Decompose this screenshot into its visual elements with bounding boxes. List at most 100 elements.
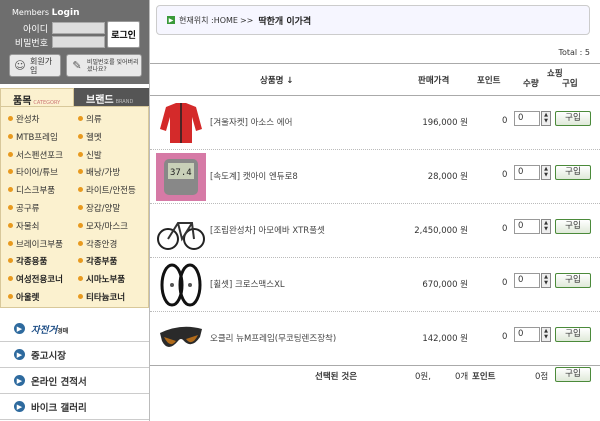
left-sidebar: Members Login 아이디 비밀번호 로그인 ☺ 회원가입 ✎ 비밀번호… [0,0,149,421]
quantity-stepper[interactable]: ▲ ▼ [541,327,551,342]
product-name[interactable]: [휠셋] 크로스맥스XL [210,278,285,290]
quantity-input[interactable]: 0 [514,273,540,288]
selected-amount: 0원, [415,372,431,382]
quantity-stepper[interactable]: ▲ ▼ [541,219,551,234]
chat-icon: ✎ [72,59,82,72]
users-icon: ☺ [14,59,26,72]
quantity-input[interactable]: 0 [514,165,540,180]
product-image[interactable] [156,99,206,147]
product-price: 670,000 원 [422,280,468,290]
menu-auction[interactable]: ▶ 자전거경매 [0,316,149,342]
quantity-stepper[interactable]: ▲ ▼ [541,165,551,180]
auction-logo: 자전거경매 [31,324,69,336]
bullet-icon [8,294,13,299]
play-icon: ▶ [167,16,175,24]
arrow-icon: ▶ [14,323,25,334]
find-password-button[interactable]: ✎ 비밀번호를 잊어버리셨나요? [66,54,142,77]
quantity-input[interactable]: 0 [514,219,540,234]
arrow-icon: ▶ [14,401,25,412]
product-price: 142,000 원 [422,334,468,344]
product-image[interactable] [156,315,206,363]
category-item[interactable]: 브레이크부품 [8,238,63,250]
col-price: 판매가격 [418,76,450,86]
buy-selected-button[interactable]: 구입 [555,367,591,382]
category-item[interactable]: 공구류 [8,202,39,214]
bullet-icon [78,258,83,264]
category-item[interactable]: 디스크부품 [8,184,55,196]
bullet-icon [78,240,83,246]
bullet-icon [8,116,13,121]
menu-bike-gallery[interactable]: ▶ 바이크 갤러리 [0,394,149,420]
svg-text:37.4: 37.4 [170,168,192,178]
buy-button[interactable]: 구입 [555,273,591,288]
product-point: 0 [502,332,508,342]
product-name[interactable]: [겨울자켓] 아소스 에어 [210,116,292,128]
login-title: Members Login [12,8,80,18]
menu-used-market[interactable]: ▶ 중고시장 [0,342,149,368]
buy-button[interactable]: 구입 [555,111,591,126]
category-item[interactable]: 배낭/가방 [78,166,120,178]
menu-online-estimate[interactable]: ▶ 온라인 견적서 [0,368,149,394]
id-label: 아이디 [23,25,48,35]
id-input[interactable] [52,22,105,34]
col-name[interactable]: 상품명 ↓ [260,74,294,86]
password-input[interactable] [52,36,105,48]
table-row: 37.4 [속도계] 캣아이 엔듀로8 28,000 원 0 0 ▲ ▼ 구입 [150,150,600,204]
product-price: 2,450,000 원 [414,226,468,236]
buy-button[interactable]: 구입 [555,327,591,342]
bullet-icon [78,276,83,282]
tab-category[interactable]: 품목 CATEGORY [0,88,74,107]
product-image[interactable]: 37.4 [156,153,206,201]
category-item[interactable]: 모자/마스크 [78,220,128,232]
quantity-input[interactable]: 0 [514,111,540,126]
arrow-icon: ▶ [14,375,25,386]
bullet-icon [8,169,13,175]
product-name[interactable]: [속도계] 캣아이 엔듀로8 [210,170,298,182]
product-point: 0 [502,116,508,126]
bullet-icon [78,116,83,121]
quantity-stepper[interactable]: ▲ ▼ [541,273,551,288]
category-item[interactable]: 신발 [78,149,102,161]
category-item[interactable]: 자물쇠 [8,220,39,232]
category-item[interactable]: 장갑/양말 [78,202,120,214]
bullet-icon [8,276,13,282]
col-buy: 구입 [562,79,578,89]
category-item[interactable]: 각종부품 [78,255,117,267]
category-item[interactable]: 헬멧 [78,131,102,143]
category-item[interactable]: 각종용품 [8,255,47,267]
quantity-input[interactable]: 0 [514,327,540,342]
table-header: 상품명 ↓ 판매가격 포인트 쇼핑 수량 구입 [150,63,600,96]
bullet-icon [8,240,13,246]
breadcrumb: ▶ 현재위치 : HOME >> 딱한개 이가격 [156,5,590,35]
category-item[interactable]: 아울렛 [8,291,39,303]
product-name[interactable]: [조립완성차] 아모에바 XTR풀셋 [210,224,325,236]
category-item[interactable]: 타이어/튜브 [8,166,58,178]
login-box: Members Login 아이디 비밀번호 로그인 ☺ 회원가입 ✎ 비밀번호… [0,0,149,84]
page-title: 딱한개 이가격 [258,16,312,27]
category-item[interactable]: 라이트/안전등 [78,184,136,196]
table-row: [휠셋] 크로스맥스XL 670,000 원 0 0 ▲ ▼ 구입 [150,258,600,312]
category-item[interactable]: 시마노부품 [78,273,125,285]
bullet-icon [78,133,83,139]
category-item[interactable]: 의류 [78,113,102,125]
breadcrumb-home[interactable]: HOME [214,16,238,25]
product-image[interactable] [156,207,206,255]
bullet-icon [78,205,83,210]
join-button[interactable]: ☺ 회원가입 [9,54,61,77]
buy-button[interactable]: 구입 [555,165,591,180]
category-item[interactable]: 서스펜션포크 [8,149,63,161]
quantity-stepper[interactable]: ▲ ▼ [541,111,551,126]
login-button[interactable]: 로그인 [107,21,140,48]
category-item[interactable]: 티타늄코너 [78,291,125,303]
buy-button[interactable]: 구입 [555,219,591,234]
category-item[interactable]: MTB프레임 [8,131,58,143]
bullet-icon [8,205,13,210]
category-item[interactable]: 각종안경 [78,238,117,250]
category-item[interactable]: 완성차 [8,113,39,125]
product-name[interactable]: 오클리 뉴M프레임(무코팅렌즈장착) [210,332,336,344]
tab-brand[interactable]: 브랜드 BRAND [74,88,149,106]
product-point: 0 [502,224,508,234]
category-item[interactable]: 여성전용코너 [8,273,63,285]
product-image[interactable] [156,261,206,309]
table-row: 오클리 뉴M프레임(무코팅렌즈장착) 142,000 원 0 0 ▲ ▼ 구입 [150,312,600,366]
